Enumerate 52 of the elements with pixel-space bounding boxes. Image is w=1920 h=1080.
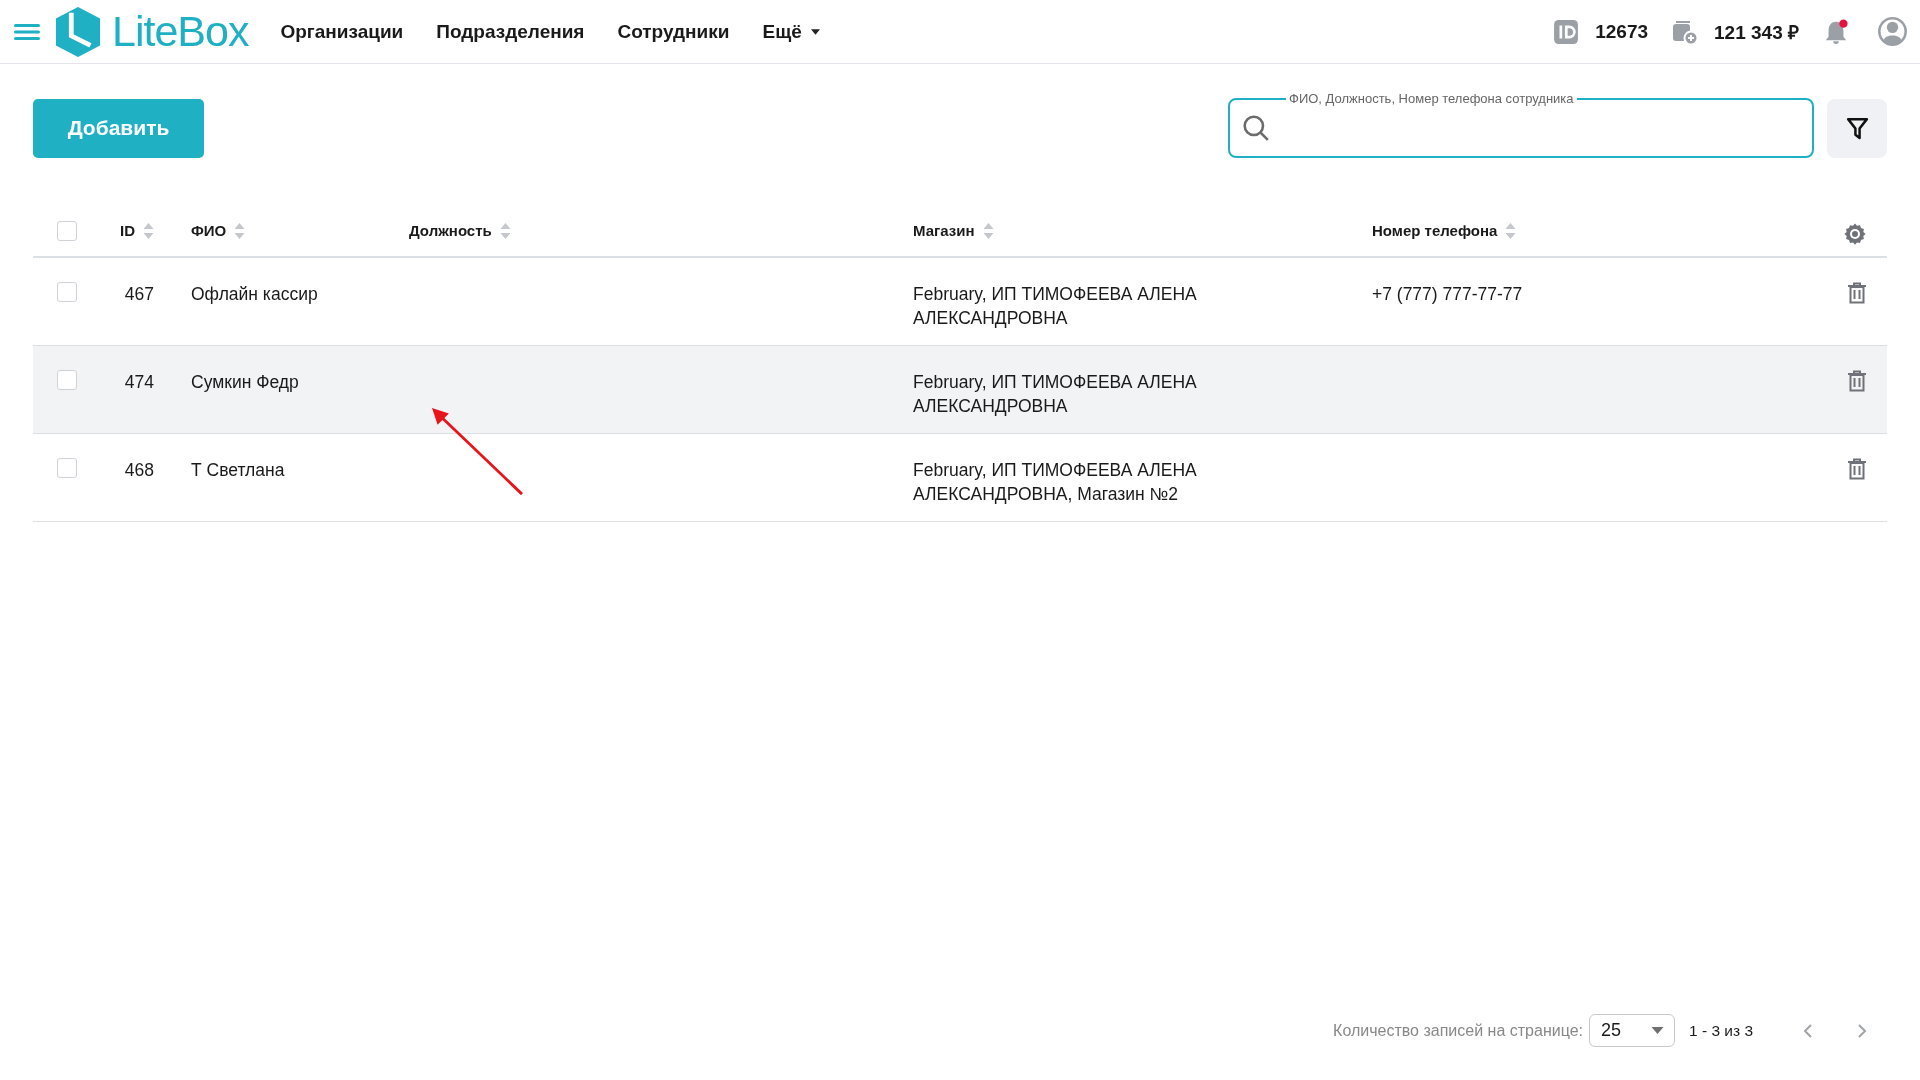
column-header[interactable]: ФИО xyxy=(191,219,227,243)
per-page-label: Количество записей на странице: xyxy=(1333,1021,1583,1040)
balance: 121 343 ₽ xyxy=(1714,20,1799,45)
name-cell-text: Сумкин Федр xyxy=(191,371,299,394)
bell-icon[interactable] xyxy=(1823,18,1849,45)
store-cell-text: February, ИП ТИМОФЕЕВА АЛЕНА АЛЕКСАНДРОВНА, Магазин №2 xyxy=(913,459,1198,506)
settings-icon[interactable] xyxy=(1843,222,1867,246)
trash-icon[interactable] xyxy=(1847,458,1867,480)
cube-logo-icon xyxy=(54,6,102,57)
page-range: 1 - 3 из 3 xyxy=(1689,1021,1753,1040)
id-cell-text: 468 xyxy=(123,459,154,482)
id-icon xyxy=(1553,18,1580,45)
logo-text: LiteBox xyxy=(112,7,249,56)
name-cell-text: Офлайн кассир xyxy=(191,283,318,306)
trash-icon[interactable] xyxy=(1847,370,1867,392)
search-label: ФИО, Должность, Номер телефона сотрудника xyxy=(1286,91,1577,106)
per-page-select[interactable]: 25 xyxy=(1589,1014,1675,1047)
caret-icon xyxy=(810,28,820,35)
chevron-left-icon[interactable] xyxy=(1803,1022,1813,1039)
nav-link[interactable]: Подразделения xyxy=(436,20,585,43)
name-cell-text: Т Светлана xyxy=(191,459,285,482)
avatar-icon[interactable] xyxy=(1877,16,1908,47)
account-id: 12673 xyxy=(1595,20,1649,43)
nav-link[interactable]: Ещё xyxy=(762,20,820,43)
sort-icon[interactable] xyxy=(982,223,994,239)
id-cell-text: 467 xyxy=(123,283,154,306)
column-header[interactable]: Должность xyxy=(409,219,492,243)
sort-icon[interactable] xyxy=(1505,223,1517,239)
filter-button[interactable] xyxy=(1827,98,1887,158)
phone-cell-text: +7 (777) 777-77-77 xyxy=(1372,283,1523,306)
select-all-checkbox[interactable] xyxy=(56,221,77,241)
wallet-plus-icon xyxy=(1672,18,1699,45)
row-checkbox[interactable] xyxy=(56,282,77,302)
trash-icon[interactable] xyxy=(1847,282,1867,304)
search-icon xyxy=(1242,114,1270,142)
menu-icon[interactable] xyxy=(14,22,40,41)
id-cell-text: 474 xyxy=(123,371,154,394)
row-checkbox[interactable] xyxy=(56,458,77,478)
column-header[interactable]: ID xyxy=(120,219,135,243)
sort-icon[interactable] xyxy=(499,223,511,239)
caret-icon xyxy=(1651,1027,1664,1034)
sort-icon[interactable] xyxy=(143,223,154,239)
column-header[interactable]: Номер телефона xyxy=(1372,219,1498,243)
row-checkbox[interactable] xyxy=(56,370,77,390)
column-header[interactable]: Магазин xyxy=(913,219,975,243)
filter-icon xyxy=(1844,115,1870,141)
nav-link[interactable]: Организации xyxy=(280,20,404,43)
nav-link[interactable]: Сотрудники xyxy=(617,20,730,43)
store-cell-text: February, ИП ТИМОФЕЕВА АЛЕНА АЛЕКСАНДРОВНА xyxy=(913,371,1198,418)
chevron-right-icon[interactable] xyxy=(1857,1022,1867,1039)
sort-icon[interactable] xyxy=(234,223,246,239)
store-cell-text: February, ИП ТИМОФЕЕВА АЛЕНА АЛЕКСАНДРОВНА xyxy=(913,283,1198,330)
